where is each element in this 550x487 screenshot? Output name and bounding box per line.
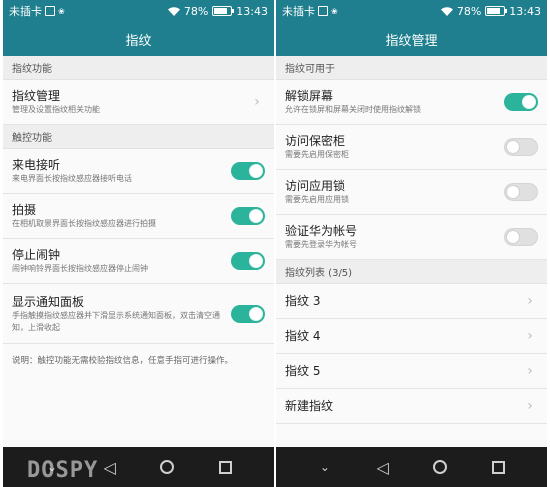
sim-icon bbox=[318, 6, 328, 16]
item-title: 显示通知面板 bbox=[12, 294, 85, 309]
battery-icon bbox=[212, 6, 235, 16]
fingerprint-item[interactable]: 指纹 4 › bbox=[276, 319, 547, 354]
chevron-right-icon: › bbox=[254, 94, 260, 110]
huawei-icon: ❀ bbox=[58, 6, 65, 16]
item-subtitle: 在相机取景界面长按指纹感应器进行拍摄 bbox=[12, 219, 156, 228]
wifi-icon bbox=[167, 6, 180, 16]
item-title: 拍摄 bbox=[12, 203, 37, 217]
item-title: 来电接听 bbox=[12, 158, 61, 172]
app-lock-toggle[interactable] bbox=[504, 183, 538, 201]
huawei-icon: ❀ bbox=[331, 6, 338, 16]
new-fingerprint-item[interactable]: 新建指纹 › bbox=[276, 389, 547, 424]
status-bar: 未插卡 ❀ 78% 13:43 bbox=[3, 0, 274, 22]
stop-alarm-item[interactable]: 停止闹钟 闹钟响铃界面长按指纹感应器停止闹钟 bbox=[3, 239, 274, 284]
recents-icon bbox=[218, 460, 232, 474]
item-title: 停止闹钟 bbox=[12, 248, 61, 262]
item-title: 指纹 3 bbox=[285, 294, 321, 308]
item-title: 验证华为帐号 bbox=[285, 224, 358, 238]
section-header-touch-functions: 触控功能 bbox=[3, 125, 274, 149]
take-photo-toggle[interactable] bbox=[231, 207, 265, 225]
left-screen: 未插卡 ❀ 78% 13:43 指纹 指纹功能 指纹管理 管理及设置指纹相关功能… bbox=[3, 0, 274, 487]
item-title: 访问保密柜 bbox=[285, 134, 346, 148]
item-subtitle: 来电界面长按指纹感应器接听电话 bbox=[12, 174, 132, 183]
take-photo-item[interactable]: 拍摄 在相机取景界面长按指纹感应器进行拍摄 bbox=[3, 194, 274, 239]
page-title: 指纹 bbox=[3, 22, 274, 56]
back-icon[interactable]: ◁ bbox=[95, 452, 125, 482]
touch-note: 说明：触控功能无需校验指纹信息，任意手指可进行操作。 bbox=[12, 356, 234, 366]
item-subtitle: 手指触摸指纹感应器并下滑显示系统通知面板，双击清空通知，上滑收起 bbox=[12, 310, 220, 332]
section-header-fingerprint-list: 指纹列表 (3/5) bbox=[276, 260, 547, 284]
item-subtitle: 允许在锁屏和屏幕关闭时使用指纹解锁 bbox=[285, 105, 421, 114]
notification-panel-item[interactable]: 显示通知面板 手指触摸指纹感应器并下滑显示系统通知面板，双击清空通知，上滑收起 bbox=[3, 284, 274, 344]
section-header-fingerprint-functions: 指纹功能 bbox=[3, 56, 274, 80]
navigation-bar: ⌄ ◁ bbox=[276, 447, 547, 487]
safe-access-item[interactable]: 访问保密柜 需要先启用保密柜 bbox=[276, 125, 547, 170]
battery-icon bbox=[485, 6, 508, 16]
notification-panel-toggle[interactable] bbox=[231, 304, 265, 323]
sim-icon bbox=[45, 6, 55, 16]
app-lock-item[interactable]: 访问应用锁 需要先启用应用锁 bbox=[276, 170, 547, 215]
home-icon bbox=[160, 460, 175, 474]
chevron-right-icon: › bbox=[527, 293, 533, 309]
fingerprint-item[interactable]: 指纹 5 › bbox=[276, 354, 547, 389]
carrier-label: 未插卡 bbox=[9, 5, 42, 18]
clock: 13:43 bbox=[236, 4, 268, 18]
unlock-screen-item[interactable]: 解锁屏幕 允许在锁屏和屏幕关闭时使用指纹解锁 bbox=[276, 80, 547, 125]
safe-access-toggle[interactable] bbox=[504, 138, 538, 156]
battery-percent: 78% bbox=[183, 4, 209, 18]
status-bar: 未插卡 ❀ 78% 13:43 bbox=[276, 0, 547, 22]
answer-call-toggle[interactable] bbox=[231, 162, 265, 180]
stop-alarm-toggle[interactable] bbox=[231, 252, 265, 270]
watermark-logo: DOSPY bbox=[27, 458, 99, 483]
home-icon bbox=[433, 460, 448, 474]
item-subtitle: 闹钟响铃界面长按指纹感应器停止闹钟 bbox=[12, 264, 148, 273]
wifi-icon bbox=[440, 6, 453, 16]
huawei-account-item[interactable]: 验证华为帐号 需要先登录华为帐号 bbox=[276, 215, 547, 260]
huawei-account-toggle[interactable] bbox=[504, 228, 538, 246]
battery-percent: 78% bbox=[456, 4, 482, 18]
chevron-right-icon: › bbox=[527, 363, 533, 379]
item-subtitle: 需要先启用保密柜 bbox=[285, 150, 349, 159]
item-title: 指纹 4 bbox=[285, 329, 321, 343]
chevron-right-icon: › bbox=[527, 328, 533, 344]
page-title: 指纹管理 bbox=[276, 22, 547, 56]
item-subtitle: 需要先启用应用锁 bbox=[285, 195, 349, 204]
back-icon[interactable]: ◁ bbox=[368, 452, 398, 482]
item-title: 访问应用锁 bbox=[285, 179, 346, 193]
clock: 13:43 bbox=[509, 4, 541, 18]
hide-nav-icon[interactable]: ⌄ bbox=[310, 452, 340, 482]
answer-call-item[interactable]: 来电接听 来电界面长按指纹感应器接听电话 bbox=[3, 149, 274, 194]
item-subtitle: 需要先登录华为帐号 bbox=[285, 240, 357, 249]
recents-icon bbox=[491, 460, 505, 474]
item-title: 解锁屏幕 bbox=[285, 89, 334, 103]
carrier-label: 未插卡 bbox=[282, 5, 315, 18]
item-subtitle: 管理及设置指纹相关功能 bbox=[12, 105, 100, 114]
home-button[interactable] bbox=[152, 452, 182, 482]
unlock-screen-toggle[interactable] bbox=[504, 93, 538, 111]
recents-button[interactable] bbox=[210, 452, 240, 482]
item-title: 指纹管理 bbox=[12, 89, 61, 103]
right-screen: 未插卡 ❀ 78% 13:43 指纹管理 指纹可用于 解锁屏幕 允许在锁屏和屏幕… bbox=[276, 0, 547, 487]
home-button[interactable] bbox=[425, 452, 455, 482]
recents-button[interactable] bbox=[483, 452, 513, 482]
item-title: 新建指纹 bbox=[285, 399, 334, 413]
section-header-usable-for: 指纹可用于 bbox=[276, 56, 547, 80]
chevron-right-icon: › bbox=[527, 398, 533, 414]
fingerprint-manage-item[interactable]: 指纹管理 管理及设置指纹相关功能 › bbox=[3, 80, 274, 125]
fingerprint-item[interactable]: 指纹 3 › bbox=[276, 284, 547, 319]
item-title: 指纹 5 bbox=[285, 364, 321, 378]
